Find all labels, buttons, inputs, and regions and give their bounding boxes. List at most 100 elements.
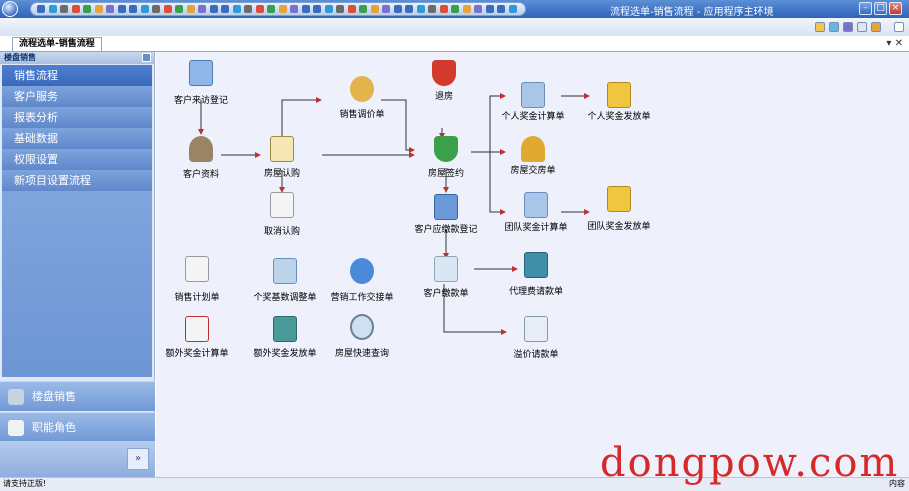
node-key[interactable] (513, 134, 553, 164)
maximize-button[interactable]: □ (874, 2, 887, 15)
toolbar-icon-4[interactable] (857, 22, 867, 32)
quick-tool-icon[interactable] (129, 5, 137, 13)
quick-tool-icon[interactable] (485, 5, 494, 13)
quick-tool-icon[interactable] (347, 5, 356, 13)
node-cancel[interactable] (262, 190, 302, 220)
node-price-request[interactable] (516, 314, 556, 344)
id-card-icon (189, 60, 213, 86)
group-label: 职能角色 (32, 421, 76, 434)
quick-tool-icon[interactable] (497, 5, 505, 13)
node-price[interactable] (342, 74, 382, 104)
quick-tool-icon[interactable] (301, 5, 310, 13)
tab-controls[interactable]: ▾ ✕ (886, 38, 903, 49)
quick-tool-icon[interactable] (474, 5, 482, 13)
quick-tool-icon[interactable] (393, 5, 402, 13)
node-visit[interactable] (181, 58, 221, 88)
nav-panel: 销售流程 客户服务 报表分析 基础数据 权限设置 新项目设置流程 (2, 65, 152, 377)
node-label: 销售调价单 (339, 110, 385, 120)
sidebar-item-new-project[interactable]: 新项目设置流程 (2, 170, 152, 191)
toolbar-icon-3[interactable] (843, 22, 853, 32)
quick-tool-icon[interactable] (462, 5, 471, 13)
quick-tool-icon[interactable] (48, 5, 57, 13)
more-chevron-icon[interactable]: » (127, 448, 149, 470)
toolbar-icon-1[interactable] (815, 22, 825, 32)
quick-tool-icon[interactable] (163, 5, 172, 13)
node-indiv-pay[interactable] (599, 80, 639, 110)
quick-tool-icon[interactable] (140, 5, 149, 13)
quick-tool-icon[interactable] (508, 5, 517, 13)
sidebar: 楼盘销售 销售流程 客户服务 报表分析 基础数据 权限设置 新项目设置流程 楼盘… (0, 52, 155, 477)
quick-tool-icon[interactable] (221, 5, 229, 13)
toolbar-icon-5[interactable] (871, 22, 881, 32)
node-team-calc[interactable] (516, 190, 556, 220)
quick-access-toolbar[interactable] (30, 2, 526, 16)
cancel-document-icon (270, 192, 294, 218)
node-base-adjust[interactable] (265, 256, 305, 286)
node-team-pay[interactable] (599, 184, 639, 214)
sidebar-item-reports[interactable]: 报表分析 (2, 107, 152, 128)
envelope-icon (434, 256, 458, 282)
app-logo-icon[interactable] (2, 1, 18, 17)
quick-tool-icon[interactable] (152, 5, 160, 13)
node-receivable[interactable] (426, 192, 466, 222)
node-customer[interactable] (181, 134, 221, 164)
collapse-icon[interactable] (142, 53, 151, 62)
minimize-button[interactable]: – (859, 2, 872, 15)
quick-tool-icon[interactable] (175, 5, 183, 13)
quick-tool-icon[interactable] (405, 5, 413, 13)
node-subscribe[interactable] (262, 134, 302, 164)
node-label: 个人奖金计算单 (501, 112, 565, 122)
quick-tool-icon[interactable] (370, 5, 379, 13)
sidebar-item-customer-service[interactable]: 客户服务 (2, 86, 152, 107)
quick-tool-icon[interactable] (382, 5, 390, 13)
quick-tool-icon[interactable] (416, 5, 425, 13)
quick-tool-icon[interactable] (83, 5, 91, 13)
node-extra-calc[interactable] (177, 314, 217, 344)
node-agent[interactable] (516, 250, 556, 280)
node-handover[interactable] (342, 256, 382, 286)
quick-tool-icon[interactable] (106, 5, 114, 13)
node-quick-query[interactable] (342, 312, 382, 342)
sun-cards-icon (607, 186, 631, 212)
quick-tool-icon[interactable] (278, 5, 287, 13)
sidebar-item-sales-flow[interactable]: 销售流程 (2, 65, 152, 86)
node-label: 客户应缴款登记 (414, 225, 478, 235)
node-payment[interactable] (426, 254, 466, 284)
quick-tool-icon[interactable] (71, 5, 80, 13)
quick-tool-icon[interactable] (267, 5, 275, 13)
quick-tool-icon[interactable] (439, 5, 448, 13)
close-button[interactable]: × (889, 2, 902, 15)
quick-tool-icon[interactable] (255, 5, 264, 13)
tab-sales-flow[interactable]: 流程选单-销售流程 (12, 37, 102, 52)
quick-tool-icon[interactable] (198, 5, 206, 13)
node-return[interactable] (424, 58, 464, 88)
node-label: 销售计划单 (174, 293, 220, 303)
quick-tool-icon[interactable] (313, 5, 321, 13)
group-roles[interactable]: 职能角色 (0, 412, 155, 442)
quick-tool-icon[interactable] (428, 5, 436, 13)
node-indiv-calc[interactable] (513, 80, 553, 110)
quick-tool-icon[interactable] (60, 5, 68, 13)
help-icon[interactable] (894, 22, 904, 32)
quick-tool-icon[interactable] (209, 5, 218, 13)
node-label: 房屋认购 (263, 169, 301, 179)
quick-tool-icon[interactable] (451, 5, 459, 13)
node-extra-pay[interactable] (265, 314, 305, 344)
node-contract[interactable] (426, 134, 466, 164)
quick-tool-icon[interactable] (359, 5, 367, 13)
quick-tool-icon[interactable] (232, 5, 241, 13)
toolbar-icon-2[interactable] (829, 22, 839, 32)
node-label: 房屋签约 (427, 169, 465, 179)
quick-tool-icon[interactable] (94, 5, 103, 13)
sidebar-item-base-data[interactable]: 基础数据 (2, 128, 152, 149)
quick-tool-icon[interactable] (324, 5, 333, 13)
sidebar-item-permissions[interactable]: 权限设置 (2, 149, 152, 170)
group-building-sales[interactable]: 楼盘销售 (0, 381, 155, 411)
node-plan[interactable] (177, 254, 217, 284)
quick-tool-icon[interactable] (117, 5, 126, 13)
quick-tool-icon[interactable] (244, 5, 252, 13)
quick-tool-icon[interactable] (37, 5, 45, 13)
quick-tool-icon[interactable] (186, 5, 195, 13)
quick-tool-icon[interactable] (290, 5, 298, 13)
quick-tool-icon[interactable] (336, 5, 344, 13)
